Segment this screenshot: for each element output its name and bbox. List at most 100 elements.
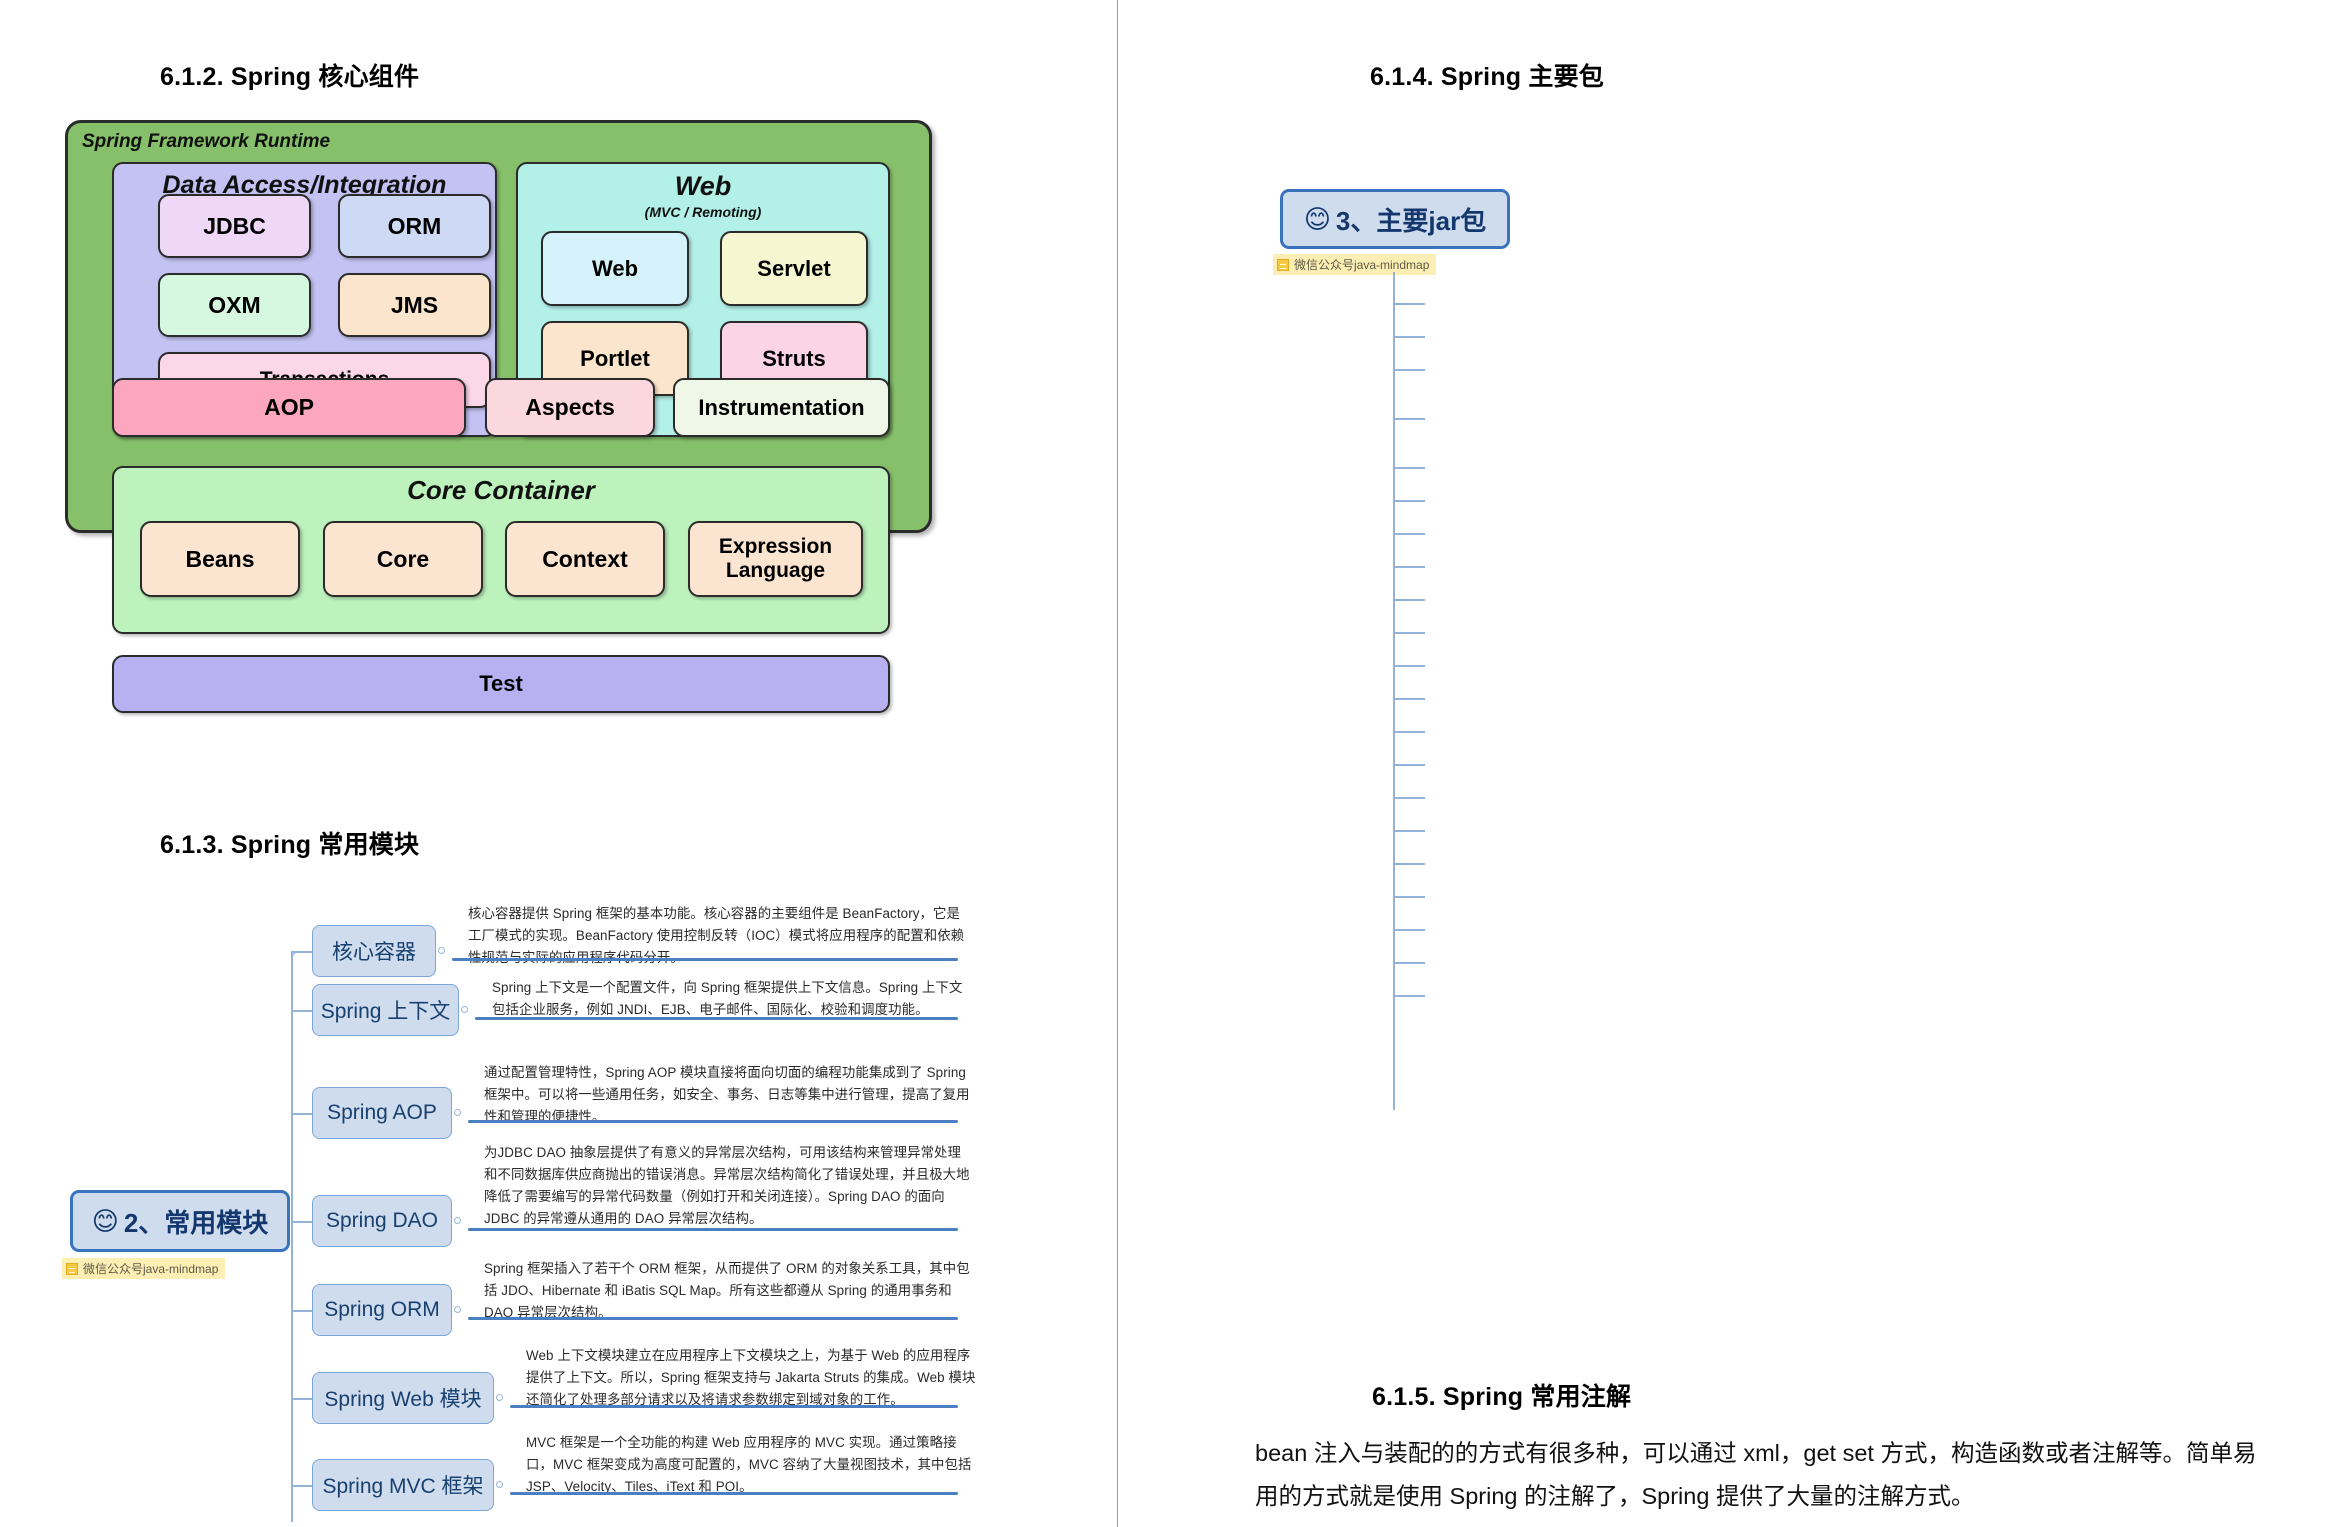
jar-connector	[1393, 830, 1425, 832]
jar-connector	[1393, 731, 1425, 733]
box-jms: JMS	[338, 273, 491, 337]
jar-connector	[1393, 500, 1425, 502]
jar-connector	[1393, 929, 1425, 931]
heading-6-1-5: 6.1.5. Spring 常用注解	[1372, 1383, 1632, 1411]
mindmap-node-label-5: Spring Web 模块	[324, 1388, 482, 1411]
box-aop: AOP	[112, 378, 466, 437]
box-beans: Beans	[140, 521, 300, 597]
mindmap-modules-root-label: 2、常用模块	[123, 1207, 269, 1238]
heading-6-1-4: 6.1.4. Spring 主要包	[1370, 63, 1605, 91]
mindmap-connector-dot-1	[461, 1006, 468, 1013]
mindmap-jars-root-label: 3、主要jar包	[1335, 205, 1487, 236]
mindmap-connector-dot-5	[496, 1394, 503, 1401]
runtime-title: Spring Framework Runtime	[82, 131, 331, 152]
jar-connector	[1393, 418, 1425, 420]
mindmap-connector-dot-4	[454, 1306, 461, 1313]
mindmap-node-label-6: Spring MVC 框架	[322, 1475, 484, 1498]
mindmap-branch-line-3	[291, 1221, 313, 1223]
group-web-subtitle: (MVC / Remoting)	[644, 204, 762, 220]
mindmap-node-core-container[interactable]: 核心容器	[312, 925, 436, 977]
mindmap-underline-3	[468, 1228, 958, 1231]
mindmap-node-spring-web[interactable]: Spring Web 模块	[312, 1372, 494, 1424]
jar-connector	[1393, 303, 1425, 305]
jar-connector	[1393, 764, 1425, 766]
mindmap-desc-6: MVC 框架是一个全功能的构建 Web 应用程序的 MVC 实现。通过策略接口，…	[526, 1435, 972, 1494]
jar-connector	[1393, 863, 1425, 865]
jar-connector	[1393, 797, 1425, 799]
mindmap-modules-tag: 微信公众号java-mindmap	[62, 1258, 226, 1279]
annotations-paragraph: bean 注入与装配的的方式有很多种，可以通过 xml，get set 方式，构…	[1255, 1440, 2257, 1510]
box-oxm: OXM	[158, 273, 311, 337]
mindmap-underline-0	[452, 958, 958, 961]
group-web-title: Web	[674, 171, 732, 201]
box-web: Web	[541, 231, 689, 306]
document-page: 6.1.2. Spring 核心组件 Spring Framework Runt…	[0, 0, 2341, 1527]
heading-6-1-3: 6.1.3. Spring 常用模块	[160, 831, 420, 859]
box-test: Test	[112, 655, 890, 713]
mindmap-connector-dot-3	[454, 1217, 461, 1224]
smiley-icon: 😊	[1303, 203, 1331, 234]
jar-connector	[1393, 962, 1425, 964]
mindmap-node-label-2: Spring AOP	[327, 1101, 437, 1124]
mindmap-desc-3: 为JDBC DAO 抽象层提供了有意义的异常层次结构，可用该结构来管理异常处理和…	[484, 1145, 970, 1226]
left-column: 6.1.2. Spring 核心组件 Spring Framework Runt…	[0, 0, 1117, 1527]
mindmap-jars-tag-label: 微信公众号java-mindmap	[1294, 258, 1430, 272]
jar-connector	[1393, 566, 1425, 568]
mindmap-node-spring-aop[interactable]: Spring AOP	[312, 1087, 452, 1139]
spring-framework-runtime-diagram: Spring Framework Runtime Data Access/Int…	[65, 120, 932, 713]
mindmap-desc-1: Spring 上下文是一个配置文件，向 Spring 框架提供上下文信息。Spr…	[492, 980, 963, 1017]
mindmap-jars-trunk	[1393, 272, 1395, 1110]
mindmap-branch-line-1	[291, 1010, 313, 1012]
heading-6-1-2: 6.1.2. Spring 核心组件	[160, 63, 420, 91]
mindmap-underline-1	[475, 1017, 958, 1020]
right-column: 6.1.4. Spring 主要包 😊 3、主要jar包 微信公众号java-m…	[1118, 0, 2341, 1527]
mindmap-branch-line-0	[291, 951, 313, 953]
mindmap-node-spring-context[interactable]: Spring 上下文	[312, 984, 459, 1036]
box-instrumentation: Instrumentation	[673, 378, 890, 437]
mindmap-branch-line-5	[291, 1398, 313, 1400]
mindmap-node-label-1: Spring 上下文	[320, 1000, 451, 1023]
jar-connector	[1393, 896, 1425, 898]
mindmap-branch-line-6	[291, 1485, 313, 1487]
group-core-container-title: Core Container	[407, 475, 595, 505]
mindmap-node-spring-mvc[interactable]: Spring MVC 框架	[312, 1459, 494, 1511]
box-servlet: Servlet	[720, 231, 868, 306]
list-icon	[66, 1262, 78, 1275]
mindmap-underline-6	[510, 1492, 958, 1495]
mindmap-node-label-0: 核心容器	[332, 941, 416, 964]
mindmap-modules-root[interactable]: 😊 2、常用模块	[70, 1190, 290, 1252]
mindmap-desc-2: 通过配置管理特性，Spring AOP 模块直接将面向切面的编程功能集成到了 S…	[484, 1065, 970, 1124]
jar-connector	[1393, 533, 1425, 535]
jar-connector	[1393, 467, 1425, 469]
mindmap-node-label-4: Spring ORM	[324, 1298, 440, 1321]
mindmap-underline-4	[468, 1317, 958, 1320]
mindmap-node-spring-dao[interactable]: Spring DAO	[312, 1195, 452, 1247]
mindmap-connector-dot-2	[454, 1109, 461, 1116]
smiley-icon: 😊	[91, 1205, 119, 1236]
list-icon	[1277, 258, 1289, 271]
mindmap-modules-trunk-upper	[291, 951, 293, 1222]
jar-connector	[1393, 599, 1425, 601]
mindmap-node-label-3: Spring DAO	[325, 1209, 439, 1232]
mindmap-underline-5	[510, 1405, 958, 1408]
box-jdbc: JDBC	[158, 194, 311, 258]
jar-connector	[1393, 698, 1425, 700]
jar-connector	[1393, 632, 1425, 634]
jar-connector	[1393, 995, 1425, 997]
mindmap-branch-line-4	[291, 1310, 313, 1312]
jar-connector	[1393, 369, 1425, 371]
mindmap-connector-dot-0	[438, 947, 445, 954]
mindmap-node-spring-orm[interactable]: Spring ORM	[312, 1284, 452, 1336]
jar-connector	[1393, 665, 1425, 667]
mindmap-jars-tag: 微信公众号java-mindmap	[1273, 254, 1437, 275]
mindmap-jars-root[interactable]: 😊 3、主要jar包	[1280, 189, 1510, 249]
box-context: Context	[505, 521, 665, 597]
mindmap-desc-5: Web 上下文模块建立在应用程序上下文模块之上，为基于 Web 的应用程序提供了…	[526, 1348, 976, 1407]
box-expression-language: Expression Language	[688, 521, 863, 597]
mindmap-branch-line-2	[291, 1113, 313, 1115]
box-orm: ORM	[338, 194, 491, 258]
box-core: Core	[323, 521, 483, 597]
box-aspects: Aspects	[485, 378, 655, 437]
mindmap-connector-dot-6	[496, 1481, 503, 1488]
mindmap-underline-2	[468, 1120, 958, 1123]
